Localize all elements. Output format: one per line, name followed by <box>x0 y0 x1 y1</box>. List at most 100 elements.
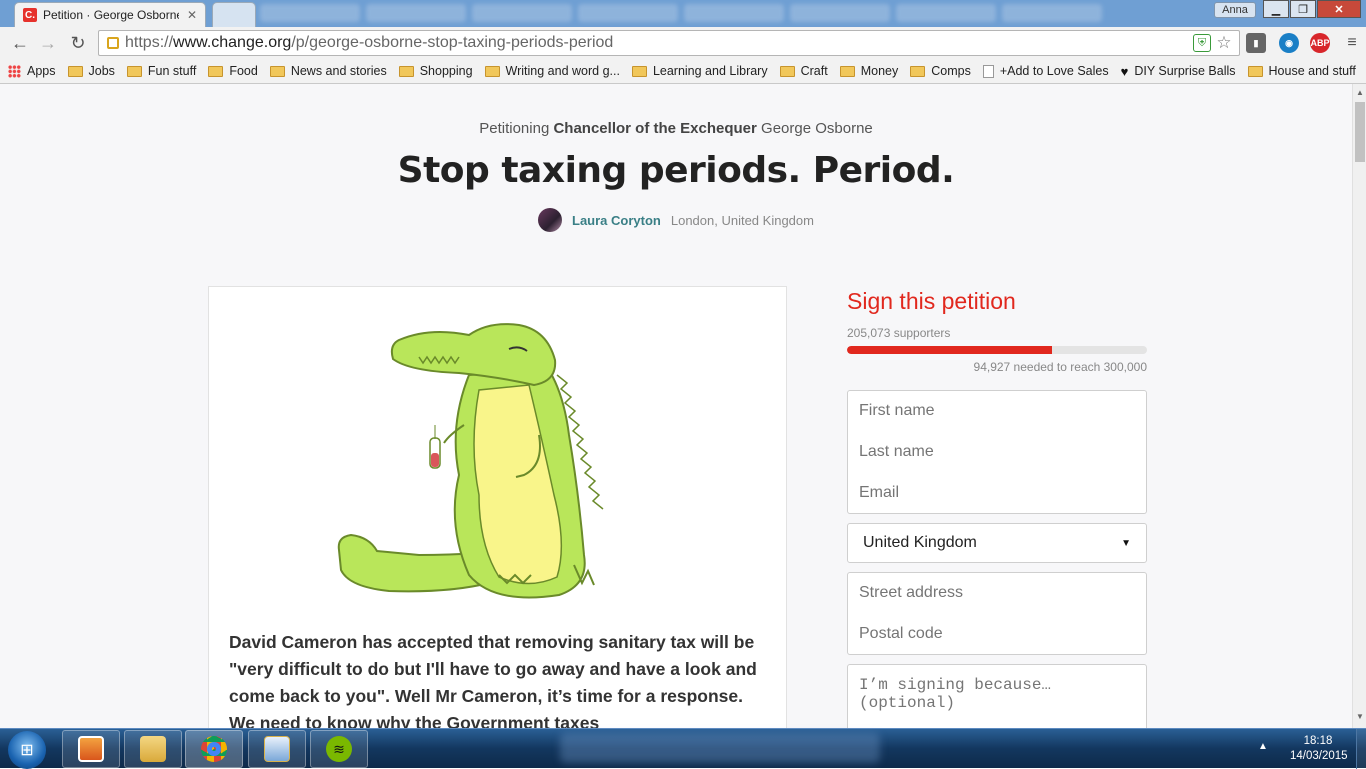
close-tab-icon[interactable]: ✕ <box>187 8 197 22</box>
bookmark-craft[interactable]: Craft <box>779 64 828 78</box>
bookmark-fun-stuff[interactable]: Fun stuff <box>126 64 196 78</box>
url-path: /p/george-osborne-stop-taxing-periods-pe… <box>291 34 614 51</box>
target-title: Chancellor of the Exchequer <box>553 120 757 137</box>
progress-fill <box>847 346 1053 354</box>
start-button[interactable]: ⊞ <box>8 731 46 769</box>
extension-globe-icon[interactable]: ◉ <box>1279 33 1299 53</box>
scroll-thumb[interactable] <box>1355 102 1365 162</box>
bookmark-house-and-stuff[interactable]: House and stuff <box>1247 64 1356 78</box>
taskbar-file-explorer[interactable] <box>124 730 182 768</box>
taskbar-media-player[interactable] <box>62 730 120 768</box>
folder-icon <box>140 736 166 762</box>
bookmark-money[interactable]: Money <box>839 64 898 78</box>
taskbar-chrome[interactable] <box>185 730 243 768</box>
taskbar-control-panel[interactable] <box>248 730 306 768</box>
street-address-field[interactable] <box>847 572 1147 614</box>
back-arrow-icon[interactable]: ← <box>8 31 32 55</box>
folder-icon <box>67 65 83 77</box>
heart-icon: ♥ <box>1120 63 1129 79</box>
petition-headline: Stop taxing periods. Period. <box>397 150 955 191</box>
taskbar-clock[interactable]: 18:18 14/03/2015 <box>1290 734 1348 764</box>
last-name-field[interactable] <box>847 431 1147 473</box>
clock-time: 18:18 <box>1303 735 1333 747</box>
petition-card: David Cameron has accepted that removing… <box>208 286 787 728</box>
bookmark-apps[interactable]: Apps <box>8 64 56 78</box>
wallpaper-blur <box>560 733 880 763</box>
folder-icon <box>126 65 142 77</box>
bookmark-comps[interactable]: Comps <box>910 64 971 78</box>
show-desktop-button[interactable] <box>1356 729 1366 769</box>
petition-page: Petitioning Chancellor of the Exchequer … <box>0 84 1352 728</box>
bookmark-shopping[interactable]: Shopping <box>398 64 473 78</box>
spotify-icon: ≋ <box>326 736 352 762</box>
minimize-window-button[interactable]: ▁ <box>1263 0 1289 18</box>
petition-description: David Cameron has accepted that removing… <box>229 632 757 728</box>
bookmark-news-and-stories[interactable]: News and stories <box>269 64 387 78</box>
target-name: George Osborne <box>761 120 873 137</box>
bookmark-food[interactable]: Food <box>208 64 258 78</box>
adblock-plus-icon[interactable]: ABP <box>1310 33 1330 53</box>
forward-arrow-icon[interactable]: → <box>36 31 60 55</box>
maximize-window-button[interactable]: ❐ <box>1290 0 1316 18</box>
clock-date: 14/03/2015 <box>1290 750 1348 762</box>
media-player-icon <box>78 736 104 762</box>
supporters-count: 205,073 supporters <box>847 326 951 340</box>
bookmark-diy-surprise-balls[interactable]: ♥ DIY Surprise Balls <box>1121 64 1236 79</box>
folder-icon <box>398 65 414 77</box>
address-bar[interactable]: https://www.change.org/p/george-osborne-… <box>98 30 1240 56</box>
page-icon <box>982 64 994 78</box>
url-host: www.change.org <box>173 34 292 51</box>
petitioning-line: Petitioning Chancellor of the Exchequer … <box>0 120 1352 137</box>
dropdown-caret-icon: ▼ <box>1121 537 1131 549</box>
signing-reason-textarea[interactable] <box>847 664 1147 728</box>
tab-title: Petition · George Osborne <box>43 8 179 22</box>
chrome-icon <box>201 736 227 762</box>
reload-icon[interactable]: ↻ <box>66 31 90 55</box>
page-scrollbar[interactable]: ▲ ▼ <box>1352 84 1366 728</box>
bookmark-star-icon[interactable]: ☆ <box>1215 33 1233 52</box>
author-location: London, United Kingdom <box>670 212 814 228</box>
folder-icon <box>910 65 926 77</box>
postal-code-field[interactable] <box>847 613 1147 655</box>
tray-expand-icon[interactable]: ▲ <box>1258 741 1268 752</box>
country-value: United Kingdom <box>863 534 977 551</box>
author-line: Laura Coryton London, United Kingdom <box>0 208 1352 232</box>
browser-toolbar: ← → ↻ https://www.change.org/p/george-os… <box>0 27 1366 59</box>
close-window-button[interactable]: ✕ <box>1317 0 1361 18</box>
lock-icon <box>107 37 119 49</box>
first-name-field[interactable] <box>847 390 1147 432</box>
tab-petition[interactable]: C. Petition · George Osborne ✕ <box>14 2 206 27</box>
email-field[interactable] <box>847 472 1147 514</box>
signature-progress-bar <box>847 346 1147 354</box>
folder-icon <box>269 65 285 77</box>
author-name-link[interactable]: Laura Coryton <box>572 213 661 228</box>
bookmark-jobs[interactable]: Jobs <box>67 64 115 78</box>
petitioning-prefix: Petitioning <box>479 120 550 137</box>
folder-icon <box>779 65 795 77</box>
profile-button[interactable]: Anna <box>1214 2 1256 18</box>
background-tabs-blurred <box>260 4 1160 24</box>
menu-hamburger-icon[interactable]: ≡ <box>1340 31 1364 55</box>
country-select[interactable]: United Kingdom ▼ <box>847 523 1147 563</box>
extension-icon[interactable]: ▮ <box>1246 33 1266 53</box>
crocodile-illustration <box>337 323 604 599</box>
browser-chrome: C. Petition · George Osborne ✕ Anna ▁ ❐ … <box>0 0 1366 84</box>
sign-petition-title: Sign this petition <box>847 288 1016 314</box>
windows-taskbar: ⊞ ≋ ▲ 18:18 14/03/2015 <box>0 728 1366 769</box>
url-scheme: https:// <box>125 34 174 51</box>
signatures-needed: 94,927 needed to reach 300,000 <box>973 360 1147 374</box>
scroll-down-arrow-icon[interactable]: ▼ <box>1356 712 1364 721</box>
tab-strip: C. Petition · George Osborne ✕ Anna ▁ ❐ … <box>0 0 1366 27</box>
avatar[interactable] <box>538 208 563 232</box>
scroll-up-arrow-icon[interactable]: ▲ <box>1356 88 1364 97</box>
bookmark-learning-and-library[interactable]: Learning and Library <box>631 64 768 78</box>
window-icon <box>264 736 290 762</box>
new-tab-button[interactable] <box>212 2 256 27</box>
apps-grid-icon <box>8 64 21 78</box>
folder-icon <box>208 65 224 77</box>
bookmark-add-to-love-sales[interactable]: +Add to Love Sales <box>982 64 1109 78</box>
bookmark-writing[interactable]: Writing and word g... <box>484 64 620 78</box>
folder-icon <box>484 65 500 77</box>
shield-extension-icon[interactable]: ⛨ <box>1193 34 1211 52</box>
taskbar-spotify[interactable]: ≋ <box>310 730 368 768</box>
